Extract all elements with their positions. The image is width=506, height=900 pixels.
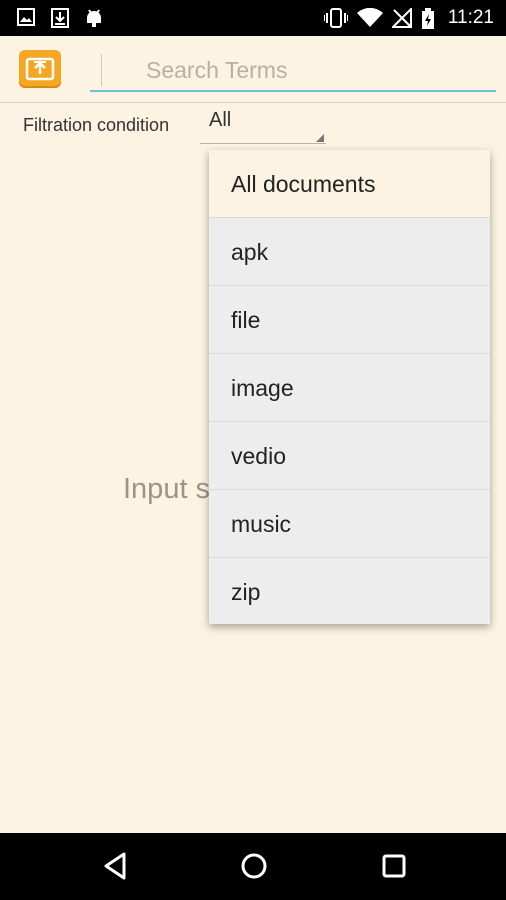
filter-selected-value: All (209, 109, 232, 131)
dropdown-item-image[interactable]: image (209, 354, 490, 422)
filter-select[interactable]: All (200, 106, 326, 144)
filter-dropdown-menu: All documents apk file image vedio music… (209, 150, 490, 624)
no-signal-icon (390, 6, 412, 33)
dropdown-item-vedio[interactable]: vedio (209, 422, 490, 490)
status-time: 11:21 (447, 7, 494, 28)
dropdown-item-zip[interactable]: zip (209, 558, 490, 626)
battery-charging-icon (421, 8, 435, 35)
dropdown-item-all-documents[interactable]: All documents (209, 150, 490, 218)
dropdown-item-apk[interactable]: apk (209, 218, 490, 286)
navigation-bar (0, 833, 506, 900)
dropdown-item-file[interactable]: file (209, 286, 490, 354)
search-input[interactable] (90, 50, 496, 92)
dropdown-arrow-icon (316, 134, 324, 142)
vibrate-icon (323, 8, 349, 33)
download-icon (51, 8, 69, 33)
home-icon[interactable] (240, 851, 268, 886)
toolbar (0, 36, 506, 103)
image-icon (17, 8, 35, 31)
recents-icon[interactable] (381, 851, 407, 886)
search-box (90, 50, 496, 94)
android-debug-icon (84, 8, 104, 33)
empty-hint: Input s (123, 473, 211, 505)
filter-underline (200, 143, 326, 144)
folder-upload-icon[interactable] (19, 50, 61, 88)
dropdown-item-music[interactable]: music (209, 490, 490, 558)
wifi-icon (357, 7, 383, 33)
status-bar: 11:21 (0, 0, 506, 36)
back-icon[interactable] (102, 851, 128, 886)
filter-label: Filtration condition (23, 115, 170, 135)
